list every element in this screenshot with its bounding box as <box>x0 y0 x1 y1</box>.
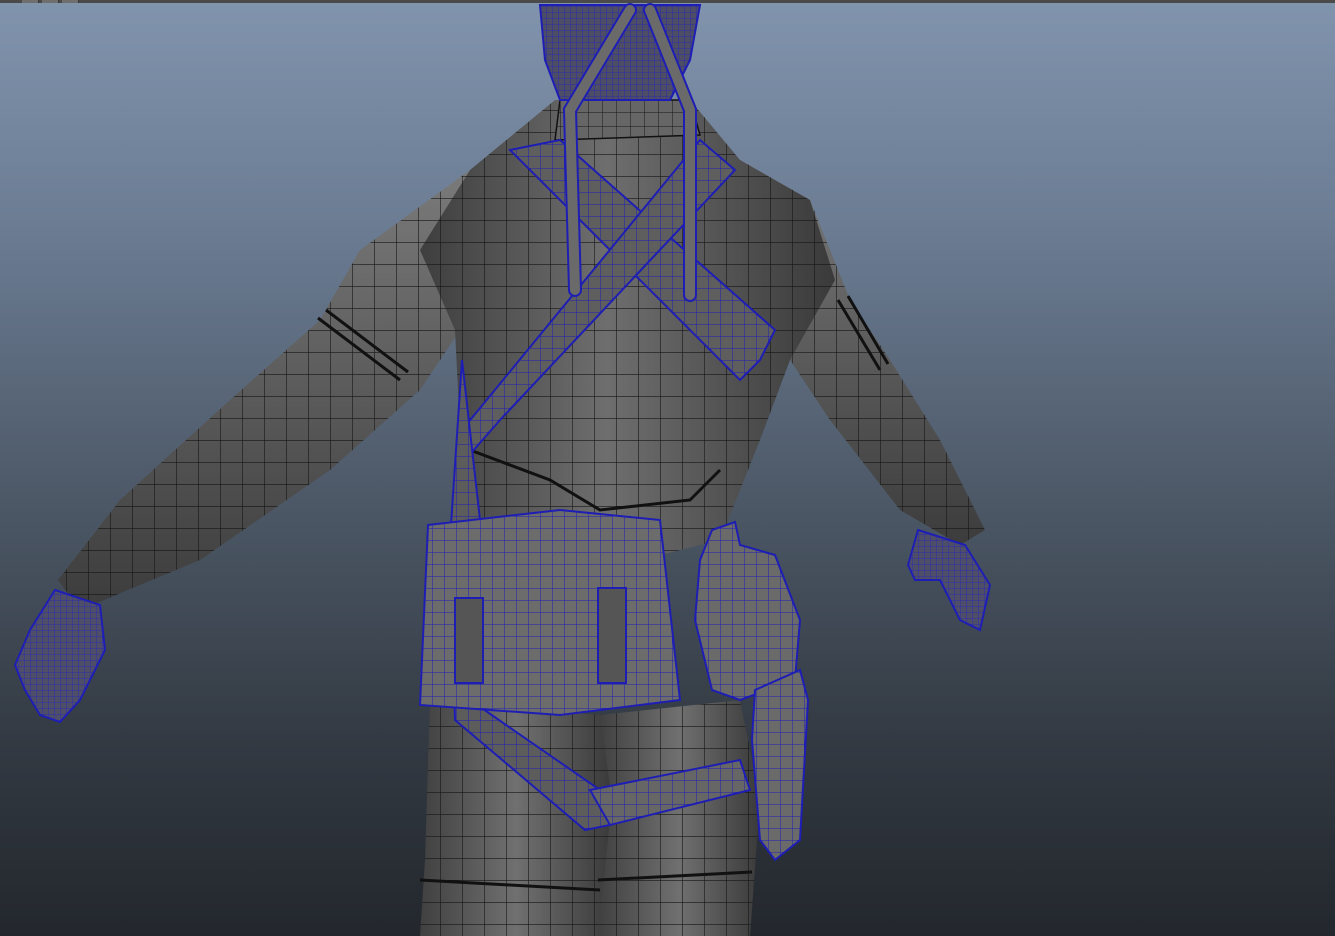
satchel-pouch-mesh <box>418 508 682 717</box>
holster-mesh <box>750 668 810 862</box>
left-hand-mesh <box>13 588 107 724</box>
right-hand-mesh <box>906 528 992 632</box>
character-model-wireframe[interactable] <box>0 0 1335 936</box>
left-arm-mesh <box>58 170 470 610</box>
3d-viewport[interactable] <box>0 0 1335 936</box>
canteen-mesh <box>693 520 802 702</box>
